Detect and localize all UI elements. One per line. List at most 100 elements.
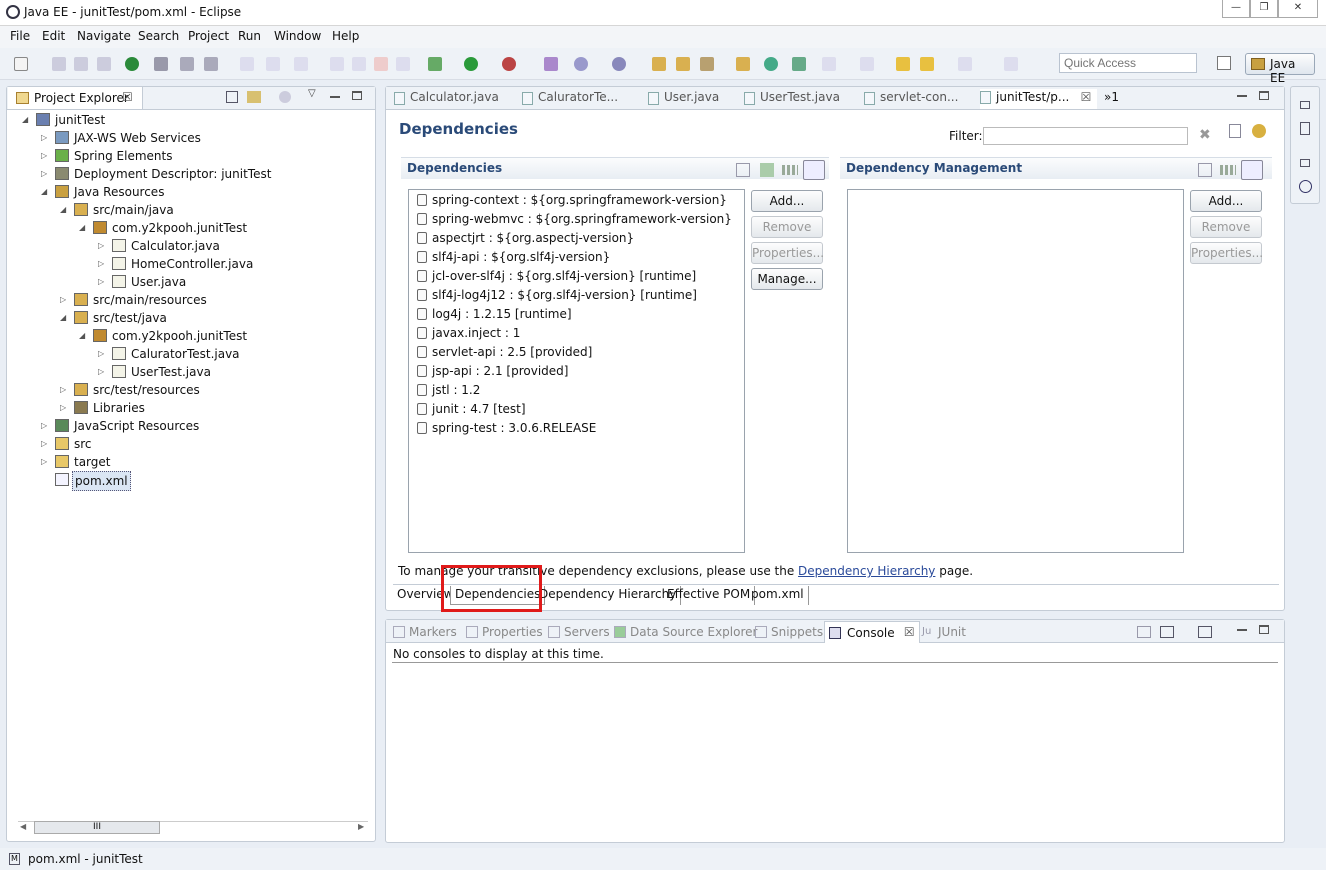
minimize-icon[interactable] bbox=[1237, 629, 1247, 631]
add-dependency-button[interactable]: Add... bbox=[751, 190, 823, 212]
collapsed-arrow-icon[interactable]: ▷ bbox=[41, 453, 51, 471]
print-icon[interactable] bbox=[97, 57, 111, 71]
columns-icon[interactable] bbox=[782, 165, 798, 175]
tab-properties[interactable]: Properties bbox=[466, 625, 543, 639]
dependency-item[interactable]: aspectjrt : ${org.aspectj-version} bbox=[417, 231, 634, 250]
view-menu-icon[interactable]: ▽ bbox=[308, 88, 316, 99]
menu-run[interactable]: Run bbox=[238, 29, 261, 43]
expanded-arrow-icon[interactable]: ◢ bbox=[79, 327, 89, 345]
minimize-icon[interactable] bbox=[1237, 95, 1247, 97]
minimize-icon[interactable] bbox=[330, 96, 340, 98]
dependency-properties-button[interactable]: Properties... bbox=[751, 242, 824, 264]
menu-window[interactable]: Window bbox=[274, 29, 321, 43]
columns-icon[interactable] bbox=[1220, 165, 1236, 175]
dependency-item[interactable]: log4j : 1.2.15 [runtime] bbox=[417, 307, 572, 326]
refresh-icon[interactable] bbox=[1252, 124, 1266, 138]
restore-icon[interactable] bbox=[1300, 101, 1310, 109]
clear-filter-icon[interactable]: ✖ bbox=[1199, 127, 1211, 143]
task-icon[interactable] bbox=[792, 57, 806, 71]
collapse-all-icon[interactable] bbox=[226, 91, 238, 103]
new-class-icon[interactable] bbox=[612, 57, 626, 71]
dependency-management-list[interactable] bbox=[847, 189, 1184, 553]
pin-icon[interactable] bbox=[1004, 57, 1018, 71]
dependency-item[interactable]: slf4j-log4j12 : ${org.slf4j-version} [ru… bbox=[417, 288, 697, 307]
suspend-icon[interactable] bbox=[352, 57, 366, 71]
display-console-icon[interactable] bbox=[1160, 626, 1174, 638]
maximize-button[interactable]: ❐ bbox=[1250, 0, 1278, 18]
new-icon[interactable] bbox=[14, 57, 28, 71]
undo-icon[interactable] bbox=[240, 57, 254, 71]
collapsed-arrow-icon[interactable]: ▷ bbox=[41, 417, 51, 435]
dependencies-list[interactable]: spring-context : ${org.springframework-v… bbox=[408, 189, 745, 553]
collapsed-arrow-icon[interactable]: ▷ bbox=[60, 291, 70, 309]
dependency-item[interactable]: jcl-over-slf4j : ${org.slf4j-version} [r… bbox=[417, 269, 696, 288]
editor-tab[interactable]: Calculator.java bbox=[394, 90, 499, 108]
sort-icon[interactable] bbox=[736, 163, 750, 177]
expanded-arrow-icon[interactable]: ◢ bbox=[41, 183, 51, 201]
globe-icon[interactable] bbox=[764, 57, 778, 71]
dependency-item[interactable]: servlet-api : 2.5 [provided] bbox=[417, 345, 592, 364]
external-tools-icon[interactable] bbox=[502, 57, 516, 71]
menu-project[interactable]: Project bbox=[188, 29, 229, 43]
dependency-item[interactable]: spring-test : 3.0.6.RELEASE bbox=[417, 421, 596, 440]
close-icon[interactable]: ☒ bbox=[122, 90, 133, 104]
prev-annotation-icon[interactable] bbox=[860, 57, 874, 71]
menu-file[interactable]: File bbox=[10, 29, 30, 43]
minimize-button[interactable]: — bbox=[1222, 0, 1250, 18]
add-managed-dependency-button[interactable]: Add... bbox=[1190, 190, 1262, 212]
tab-project-explorer[interactable]: Project Explorer ☒ bbox=[8, 87, 143, 109]
editor-tab[interactable]: User.java bbox=[648, 90, 719, 108]
tab-markers[interactable]: Markers bbox=[393, 625, 457, 639]
redo-icon[interactable] bbox=[266, 57, 280, 71]
menu-navigate[interactable]: Navigate bbox=[77, 29, 131, 43]
remove-dependency-button[interactable]: Remove bbox=[751, 216, 823, 238]
editor-tab-active[interactable]: junitTest/p... ☒ bbox=[980, 89, 1098, 109]
collapsed-arrow-icon[interactable]: ▷ bbox=[41, 165, 51, 183]
collapsed-arrow-icon[interactable]: ▷ bbox=[41, 435, 51, 453]
forward-nav-icon[interactable] bbox=[958, 57, 972, 71]
scroll-thumb[interactable]: III bbox=[34, 821, 160, 834]
collapsed-arrow-icon[interactable]: ▷ bbox=[60, 399, 70, 417]
terminate-icon[interactable] bbox=[374, 57, 388, 71]
tab-effective-pom[interactable]: Effective POM bbox=[663, 586, 756, 605]
toggle-icon[interactable] bbox=[803, 160, 825, 180]
next-annotation-icon[interactable] bbox=[822, 57, 836, 71]
open-type-icon[interactable] bbox=[652, 57, 666, 71]
editor-tab[interactable]: CaluratorTe... bbox=[522, 90, 618, 108]
outline-icon[interactable] bbox=[1300, 122, 1310, 135]
collapsed-arrow-icon[interactable]: ▷ bbox=[98, 273, 108, 291]
perspective-java-ee-button[interactable]: Java EE bbox=[1245, 53, 1315, 85]
collapsed-arrow-icon[interactable]: ▷ bbox=[60, 381, 70, 399]
dependency-item[interactable]: javax.inject : 1 bbox=[417, 326, 520, 345]
menu-help[interactable]: Help bbox=[332, 29, 359, 43]
skip-breakpoints-icon[interactable] bbox=[154, 57, 168, 71]
dependency-hierarchy-link[interactable]: Dependency Hierarchy bbox=[798, 564, 935, 578]
maximize-icon[interactable] bbox=[352, 91, 362, 100]
spring-icon[interactable] bbox=[125, 57, 139, 71]
tab-junit[interactable]: Ju JUnit bbox=[922, 625, 966, 639]
close-icon[interactable]: ☒ bbox=[1081, 90, 1092, 104]
scroll-left-icon[interactable]: ◀ bbox=[20, 822, 26, 831]
open-folder-icon[interactable] bbox=[676, 57, 690, 71]
pom-info-icon[interactable] bbox=[1229, 124, 1241, 138]
scroll-right-icon[interactable]: ▶ bbox=[358, 822, 364, 831]
dependency-item[interactable]: jstl : 1.2 bbox=[417, 383, 480, 402]
server-icon[interactable] bbox=[544, 57, 558, 71]
dependency-item[interactable]: jsp-api : 2.1 [provided] bbox=[417, 364, 568, 383]
disconnect-icon[interactable] bbox=[396, 57, 410, 71]
filter-icon[interactable] bbox=[279, 91, 291, 103]
expanded-arrow-icon[interactable]: ◢ bbox=[60, 309, 70, 327]
dependency-item[interactable]: spring-webmvc : ${org.springframework-ve… bbox=[417, 212, 732, 231]
dependency-item[interactable]: spring-context : ${org.springframework-v… bbox=[417, 193, 727, 212]
last-edit-icon[interactable] bbox=[896, 57, 910, 71]
expanded-arrow-icon[interactable]: ◢ bbox=[79, 219, 89, 237]
filter-input[interactable] bbox=[983, 127, 1188, 145]
tab-pom-xml[interactable]: pom.xml bbox=[747, 586, 809, 605]
help-icon[interactable] bbox=[1299, 180, 1312, 193]
sort-icon[interactable] bbox=[1198, 163, 1212, 177]
back-icon[interactable] bbox=[920, 57, 934, 71]
debug-icon[interactable] bbox=[428, 57, 442, 71]
restore-icon[interactable] bbox=[1300, 159, 1310, 167]
collapsed-arrow-icon[interactable]: ▷ bbox=[98, 255, 108, 273]
save-icon[interactable] bbox=[52, 57, 66, 71]
